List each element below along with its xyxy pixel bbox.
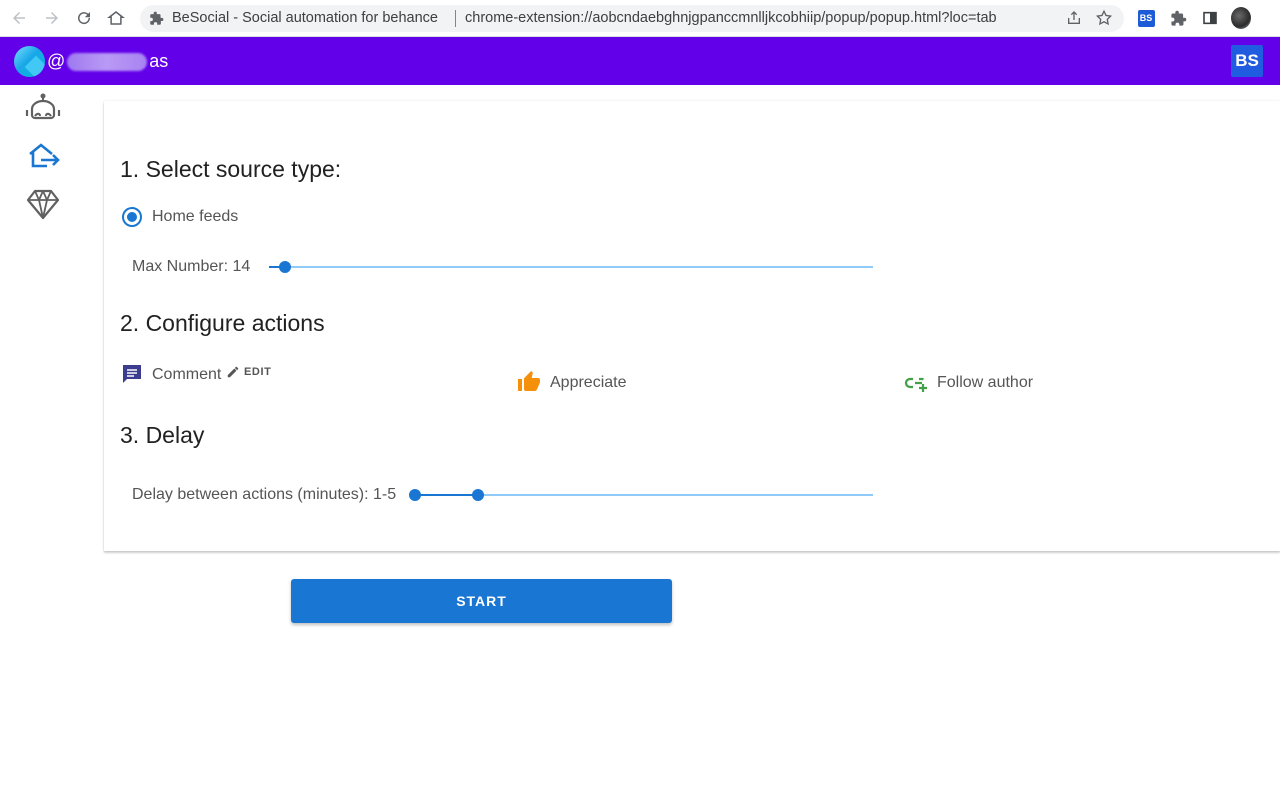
back-icon[interactable]	[8, 7, 30, 29]
max-number-slider-track[interactable]	[269, 266, 873, 268]
share-icon[interactable]	[1066, 10, 1082, 26]
section-actions-title: 2. Configure actions	[120, 310, 325, 336]
max-number-label: Max Number: 14	[132, 258, 251, 275]
profile-avatar[interactable]	[1231, 7, 1251, 29]
follow-author-label: Follow author	[937, 374, 1034, 391]
user-avatar[interactable]	[14, 46, 45, 77]
extension-icon	[150, 11, 164, 25]
comment-icon	[123, 365, 141, 383]
sidepanel-icon[interactable]	[1200, 8, 1220, 28]
start-button[interactable]: START	[291, 579, 672, 623]
star-icon[interactable]	[1095, 9, 1113, 27]
address-bar[interactable]: BeSocial - Social automation for behance…	[140, 5, 1124, 32]
home-feeds-label[interactable]: Home feeds	[152, 208, 238, 226]
delay-min-thumb[interactable]	[409, 489, 421, 501]
home-icon[interactable]	[105, 7, 127, 29]
browser-toolbar: BeSocial - Social automation for behance…	[0, 0, 1280, 37]
url-text[interactable]: chrome-extension://aobcndaebghnjgpanccmn…	[465, 10, 997, 26]
omnibox-separator	[455, 10, 456, 27]
thumbs-up-icon	[518, 371, 540, 391]
besocial-logo: BS	[1231, 45, 1263, 77]
puzzle-icon[interactable]	[1168, 8, 1188, 28]
follow-link-icon	[904, 377, 927, 392]
delay-label: Delay between actions (minutes): 1-5	[132, 486, 397, 503]
besocial-extension-button[interactable]: BS	[1136, 8, 1156, 28]
robot-icon[interactable]	[24, 90, 62, 128]
pencil-icon	[227, 366, 239, 378]
edit-comment-button[interactable]: EDIT	[226, 365, 271, 379]
appreciate-label: Appreciate	[550, 374, 627, 391]
comment-label: Comment	[152, 366, 222, 383]
diamond-icon[interactable]	[24, 185, 62, 223]
max-number-slider-thumb[interactable]	[279, 261, 291, 273]
home-feeds-radio[interactable]	[122, 207, 142, 227]
app-header: @ as BS	[0, 37, 1280, 85]
delay-max-thumb[interactable]	[472, 489, 484, 501]
forward-icon[interactable]	[41, 7, 63, 29]
username: @ as	[47, 51, 169, 71]
house-arrow-icon[interactable]	[24, 137, 62, 175]
delay-slider-fill	[415, 494, 478, 496]
page-title-in-omnibox: BeSocial - Social automation for behance	[172, 10, 438, 26]
section-delay-title: 3. Delay	[120, 422, 205, 448]
reload-icon[interactable]	[73, 7, 95, 29]
settings-card: 1. Select source type: Home feeds Max Nu…	[104, 101, 1280, 551]
redacted-username	[67, 52, 148, 71]
section-source-title: 1. Select source type:	[120, 156, 342, 182]
